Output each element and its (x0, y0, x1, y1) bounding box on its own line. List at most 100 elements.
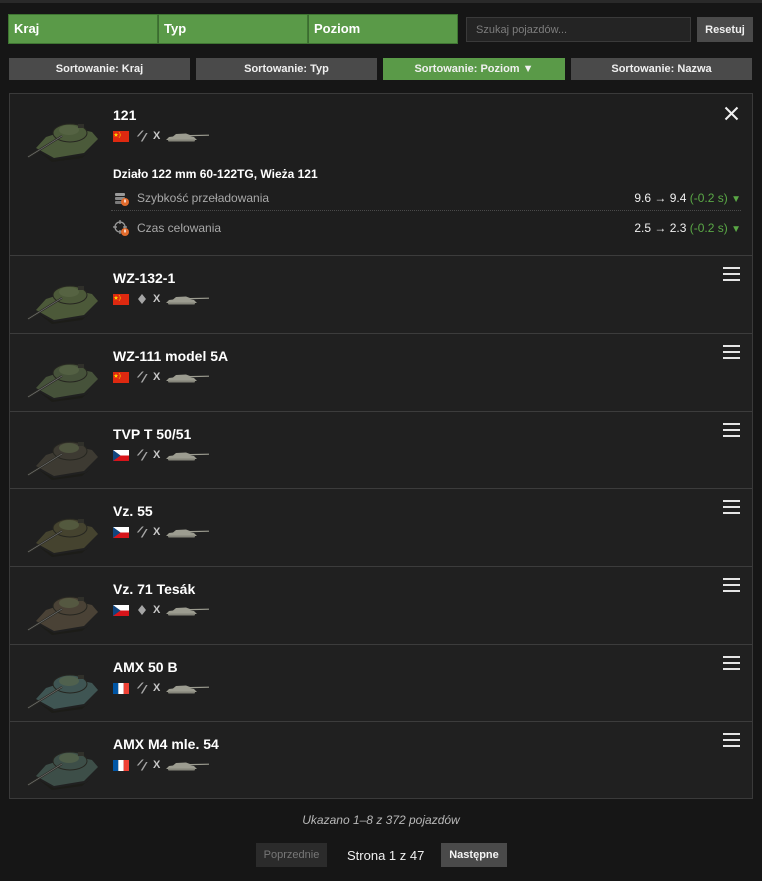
heavy-tank-icon (136, 526, 148, 538)
page-indicator: Strona 1 z 47 (347, 848, 425, 863)
medium-tank-icon (138, 294, 146, 304)
vehicle-row-expanded[interactable]: 121 X Działo 122 mm 60-122TG, Wieża 121 Szy… (10, 94, 752, 256)
tank-silhouette-icon (166, 296, 210, 305)
heavy-tank-icon (136, 130, 148, 142)
sort-nation-button[interactable]: Sortowanie: Kraj (9, 58, 190, 80)
vehicle-row[interactable]: AMX 50 B X (10, 645, 752, 722)
stat-delta: (-0.2 s) (689, 191, 728, 205)
czech-flag-icon (113, 604, 129, 616)
vehicle-row[interactable]: Vz. 55 X (10, 489, 752, 567)
vehicle-row[interactable]: Vz. 71 Tesák X (10, 567, 752, 645)
vehicle-tier: X (153, 526, 161, 538)
medium-tank-icon (138, 605, 146, 615)
menu-icon[interactable] (723, 578, 740, 592)
vehicle-meta: X (113, 525, 211, 539)
stat-row: Szybkość przeładowania 9.6 → 9.4 (-0.2 s)… (111, 185, 741, 211)
czech-flag-icon (113, 449, 129, 461)
heavy-tank-icon (136, 759, 148, 771)
vehicle-name: WZ-111 model 5A (113, 348, 229, 364)
filter-tier[interactable]: Poziom (308, 14, 458, 44)
stat-value-text: 2.5 → 2.3 (634, 221, 687, 235)
vehicle-tier: X (153, 604, 161, 616)
reset-button[interactable]: Resetuj (697, 17, 753, 42)
menu-icon[interactable] (723, 656, 740, 670)
menu-icon[interactable] (723, 423, 740, 437)
vehicle-name: AMX M4 mle. 54 (113, 736, 219, 752)
vehicle-tier: X (153, 759, 161, 771)
menu-icon[interactable] (723, 345, 740, 359)
vehicle-name: WZ-132-1 (113, 270, 176, 286)
filter-bar: Kraj Typ Poziom (8, 14, 458, 44)
decrease-arrow-icon: ▼ (731, 194, 741, 205)
top-border (0, 0, 762, 3)
results-count: Ukazano 1–8 z 372 pojazdów (302, 813, 460, 827)
vehicle-row[interactable]: AMX M4 mle. 54 X (10, 722, 752, 798)
vehicle-meta: X (113, 681, 211, 695)
previous-page-button[interactable]: Poprzednie (256, 843, 327, 867)
stat-row: Czas celowania 2.5 → 2.3 (-0.2 s) ▼ (111, 215, 741, 241)
vehicle-meta: X (113, 603, 211, 617)
vehicle-tier: X (153, 682, 161, 694)
tank-silhouette-icon (166, 133, 210, 142)
filter-nation[interactable]: Kraj (8, 14, 158, 44)
tank-image (27, 285, 98, 324)
stat-value: 9.6 → 9.4 (-0.2 s) ▼ (634, 191, 741, 205)
vehicle-name: TVP T 50/51 (113, 426, 192, 442)
sort-type-button[interactable]: Sortowanie: Typ (196, 58, 377, 80)
tank-silhouette-icon (166, 529, 210, 538)
tank-image (27, 751, 98, 790)
stat-value-text: 9.6 → 9.4 (634, 191, 687, 205)
stat-label: Szybkość przeładowania (137, 191, 270, 205)
tank-silhouette-icon (166, 374, 210, 383)
vehicle-row[interactable]: WZ-132-1 X (10, 256, 752, 334)
tank-image (27, 123, 98, 162)
search-input[interactable] (466, 17, 691, 42)
tank-silhouette-icon (166, 452, 210, 461)
vehicle-row[interactable]: WZ-111 model 5A X (10, 334, 752, 412)
reload-icon (115, 193, 129, 206)
france-flag-icon (113, 682, 129, 694)
menu-icon[interactable] (723, 267, 740, 281)
tank-silhouette-icon (166, 607, 210, 616)
tank-image (27, 441, 98, 480)
vehicle-name: 121 (113, 107, 137, 123)
decrease-arrow-icon: ▼ (731, 224, 741, 235)
vehicle-tier: X (153, 371, 161, 383)
aim-icon (113, 220, 129, 236)
next-page-button[interactable]: Następne (441, 843, 507, 867)
menu-icon[interactable] (723, 733, 740, 747)
sort-bar: Sortowanie: Kraj Sortowanie: Typ Sortowa… (9, 58, 752, 80)
module-title: Działo 122 mm 60-122TG, Wieża 121 (113, 167, 318, 181)
tank-silhouette-icon (166, 762, 210, 771)
vehicle-meta: X (113, 129, 211, 143)
sort-tier-button[interactable]: Sortowanie: Poziom ▼ (383, 58, 565, 80)
pagination: Poprzednie Strona 1 z 47 Następne (0, 843, 762, 867)
tank-image (27, 518, 98, 557)
sort-name-button[interactable]: Sortowanie: Nazwa (571, 58, 752, 80)
vehicle-tier: X (153, 293, 161, 305)
menu-icon[interactable] (723, 500, 740, 514)
vehicle-list: 121 X Działo 122 mm 60-122TG, Wieża 121 Szy… (9, 93, 753, 799)
stat-delta: (-0.2 s) (689, 221, 728, 235)
vehicle-name: Vz. 71 Tesák (113, 581, 196, 597)
vehicle-tier: X (153, 449, 161, 461)
stat-value: 2.5 → 2.3 (-0.2 s) ▼ (634, 221, 741, 235)
china-flag-icon (113, 130, 129, 142)
tank-image (27, 363, 98, 402)
vehicle-meta: X (113, 292, 211, 306)
vehicle-name: AMX 50 B (113, 659, 178, 675)
vehicle-meta: X (113, 758, 211, 772)
vehicle-tier: X (153, 130, 161, 142)
stat-label: Czas celowania (137, 221, 222, 235)
heavy-tank-icon (136, 682, 148, 694)
czech-flag-icon (113, 526, 129, 538)
filter-type[interactable]: Typ (158, 14, 308, 44)
close-icon[interactable] (724, 106, 739, 121)
heavy-tank-icon (136, 449, 148, 461)
vehicle-meta: X (113, 370, 211, 384)
heavy-tank-icon (136, 371, 148, 383)
tank-image (27, 674, 98, 713)
china-flag-icon (113, 371, 129, 383)
china-flag-icon (113, 293, 129, 305)
vehicle-row[interactable]: TVP T 50/51 X (10, 412, 752, 489)
